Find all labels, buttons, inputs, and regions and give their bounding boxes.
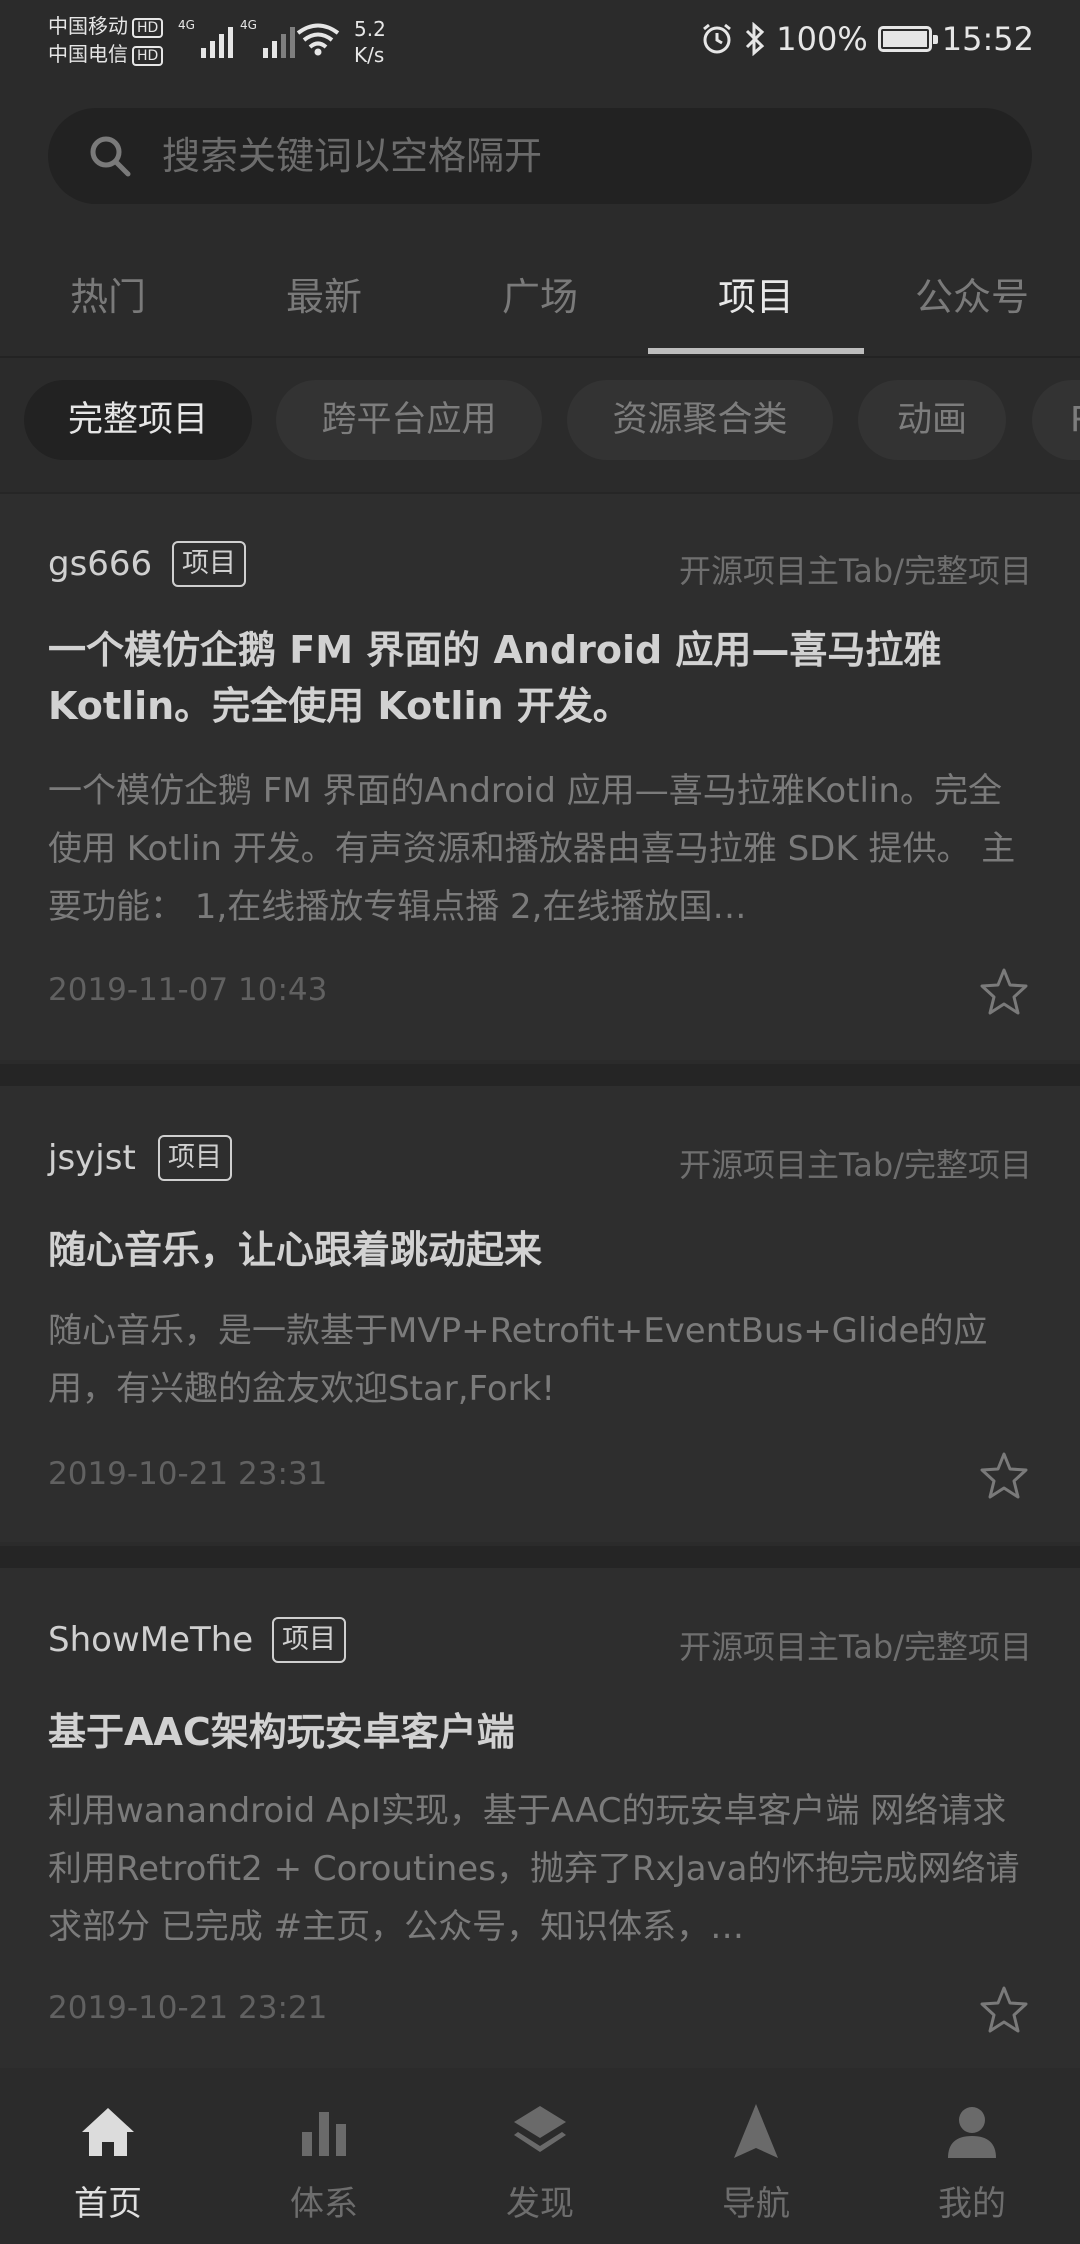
- article-date: 2019-10-21 23:21: [48, 1990, 328, 2026]
- network-type: 4G: [178, 18, 195, 32]
- battery-icon: [877, 26, 938, 52]
- tab-latest[interactable]: 最新: [216, 266, 432, 321]
- nav-system[interactable]: 体系: [216, 2068, 432, 2244]
- nav-discover[interactable]: 发现: [432, 2068, 648, 2244]
- signal-icon: 4G: [240, 18, 295, 58]
- person-icon: [948, 2107, 996, 2158]
- article-author: jsyjst: [48, 1138, 136, 1178]
- star-icon[interactable]: [978, 1984, 1030, 2036]
- carrier-info: 中国移动 HD 中国电信 HD: [48, 12, 164, 68]
- article-description: 一个模仿企鹅 FM 界面的Android 应用—喜马拉雅Kotlin。完全使用 …: [48, 771, 1016, 927]
- article-tag: 项目: [158, 1135, 232, 1181]
- article-category[interactable]: 开源项目主Tab/完整项目: [679, 1622, 1032, 1668]
- bottom-navigation: 首页 体系 发现 导航 我的: [0, 2068, 1080, 2244]
- wifi-icon: [296, 23, 340, 56]
- bluetooth-icon: [746, 22, 765, 56]
- status-right: 100% 15:52: [700, 20, 1034, 58]
- hd-badge: HD: [132, 17, 164, 38]
- layers-icon: [514, 2106, 566, 2152]
- chip-cross-platform[interactable]: 跨平台应用: [276, 380, 542, 460]
- article-card[interactable]: ShowMeThe 项目 开源项目主Tab/完整项目 基于AAC架构玩安卓客户端…: [0, 1568, 1080, 2068]
- network-speed: 5.2 K/s: [354, 17, 386, 67]
- tab-square[interactable]: 广场: [432, 266, 648, 321]
- article-title: 基于AAC架构玩安卓客户端: [48, 1710, 515, 1754]
- article-description: 随心音乐，是一款基于MVP+Retrofit+EventBus+Glide的应用…: [48, 1311, 988, 1409]
- chip-resource-aggregation[interactable]: 资源聚合类: [567, 380, 833, 460]
- search-bar[interactable]: [48, 108, 1032, 204]
- alarm-icon: [703, 23, 732, 54]
- star-icon[interactable]: [978, 1450, 1030, 1502]
- article-category[interactable]: 开源项目主Tab/完整项目: [679, 1140, 1032, 1186]
- top-tabs: 热门 最新 广场 项目 公众号: [0, 240, 1080, 358]
- category-chips: 完整项目 跨平台应用 资源聚合类 动画 R: [0, 380, 1080, 464]
- tab-official-accounts[interactable]: 公众号: [864, 266, 1080, 321]
- signal-icon: 4G: [178, 18, 233, 58]
- nav-home[interactable]: 首页: [0, 2068, 216, 2244]
- star-icon[interactable]: [978, 966, 1030, 1018]
- nav-mine[interactable]: 我的: [864, 2068, 1080, 2244]
- status-bar: 中国移动 HD 中国电信 HD 4G 4G 5.2 K/s 100% 15:52: [0, 0, 1080, 90]
- bar-chart-icon: [302, 2112, 346, 2156]
- hd-badge: HD: [132, 45, 164, 66]
- nav-label: 体系: [290, 2184, 358, 2224]
- carrier-2: 中国电信: [48, 42, 128, 66]
- article-card[interactable]: gs666 项目 开源项目主Tab/完整项目 一个模仿企鹅 FM 界面的 And…: [0, 494, 1080, 1060]
- article-tag: 项目: [172, 541, 246, 587]
- nav-label: 发现: [506, 2184, 574, 2224]
- tab-hot[interactable]: 热门: [0, 266, 216, 321]
- article-date: 2019-10-21 23:31: [48, 1456, 328, 1492]
- nav-label: 首页: [74, 2184, 142, 2224]
- article-author: gs666: [48, 544, 153, 584]
- home-icon: [82, 2108, 134, 2156]
- article-title: 随心音乐，让心跟着跳动起来: [48, 1228, 543, 1272]
- nav-label: 导航: [722, 2184, 790, 2224]
- card-separator: [0, 1064, 1080, 1086]
- article-title: 一个模仿企鹅 FM 界面的 Android 应用—喜马拉雅 Kotlin。完全使…: [48, 628, 942, 728]
- chip-more[interactable]: R: [1032, 380, 1080, 460]
- search-icon: [90, 136, 131, 177]
- network-type: 4G: [240, 18, 257, 32]
- clock: 15:52: [941, 20, 1034, 58]
- tab-indicator: [648, 348, 864, 354]
- article-category[interactable]: 开源项目主Tab/完整项目: [679, 546, 1032, 592]
- tab-projects[interactable]: 项目: [648, 266, 864, 321]
- nav-label: 我的: [938, 2184, 1006, 2224]
- search-input[interactable]: [160, 133, 964, 179]
- article-card[interactable]: jsyjst 项目 开源项目主Tab/完整项目 随心音乐，让心跟着跳动起来 随心…: [0, 1086, 1080, 1542]
- card-separator: [0, 1546, 1080, 1568]
- chip-animation[interactable]: 动画: [858, 380, 1006, 460]
- article-author: ShowMeThe: [48, 1620, 254, 1660]
- article-tag: 项目: [272, 1617, 346, 1663]
- article-date: 2019-11-07 10:43: [48, 972, 328, 1008]
- battery-percent: 100%: [776, 20, 868, 58]
- carrier-1: 中国移动: [48, 14, 128, 38]
- navigation-icon: [734, 2104, 778, 2158]
- article-description: 利用wanandroid ApI实现，基于AAC的玩安卓客户端 网络请求利用Re…: [48, 1791, 1020, 1947]
- nav-navigation[interactable]: 导航: [648, 2068, 864, 2244]
- chip-complete-projects[interactable]: 完整项目: [24, 380, 252, 460]
